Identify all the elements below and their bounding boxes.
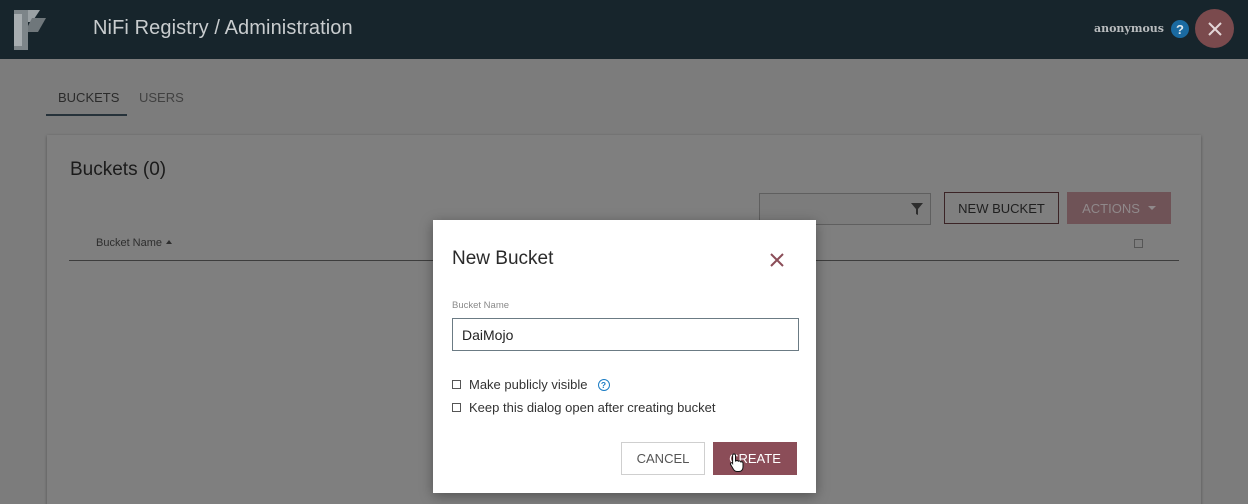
sort-ascending-icon	[166, 240, 173, 244]
active-tab-indicator	[46, 114, 127, 116]
create-button[interactable]: CREATE	[713, 442, 797, 475]
close-admin-button[interactable]	[1195, 9, 1234, 48]
info-icon[interactable]: ?	[597, 378, 610, 391]
bucket-name-label: Bucket Name	[452, 300, 510, 311]
make-public-option[interactable]: Make publicly visible ?	[452, 377, 610, 392]
buckets-title: Buckets (0)	[70, 159, 167, 180]
keep-open-label: Keep this dialog open after creating buc…	[469, 400, 716, 415]
nifi-registry-logo-icon[interactable]	[10, 6, 50, 52]
current-user: anonymous	[1093, 22, 1164, 35]
bucket-name-input[interactable]	[452, 318, 799, 351]
app-title: NiFi Registry / Administration	[93, 17, 353, 39]
tab-users[interactable]: USERS	[139, 90, 184, 105]
hand-cursor-icon	[729, 453, 744, 472]
filter-icon	[911, 203, 923, 215]
keep-open-option[interactable]: Keep this dialog open after creating buc…	[452, 400, 715, 415]
actions-button[interactable]: ACTIONS	[1067, 192, 1171, 224]
caret-down-icon	[1147, 206, 1156, 210]
new-bucket-dialog: New Bucket Bucket Name Make publicly vis…	[433, 220, 816, 493]
make-public-checkbox[interactable]	[452, 380, 461, 389]
make-public-label: Make publicly visible	[469, 377, 588, 392]
tab-buckets[interactable]: BUCKETS	[58, 90, 119, 105]
column-header-label: Bucket Name	[96, 237, 163, 249]
help-icon[interactable]: ?	[1171, 20, 1189, 38]
actions-label: ACTIONS	[1082, 200, 1140, 216]
close-icon[interactable]	[768, 251, 786, 269]
close-icon	[1207, 21, 1222, 36]
cancel-button[interactable]: CANCEL	[621, 442, 705, 475]
app-header: NiFi Registry / Administration anonymous…	[0, 0, 1248, 59]
new-bucket-button[interactable]: NEW BUCKET	[944, 192, 1059, 224]
column-header-bucket-name[interactable]: Bucket Name	[96, 237, 173, 249]
dialog-title: New Bucket	[452, 248, 554, 269]
keep-open-checkbox[interactable]	[452, 403, 461, 412]
select-all-checkbox[interactable]	[1134, 239, 1143, 248]
